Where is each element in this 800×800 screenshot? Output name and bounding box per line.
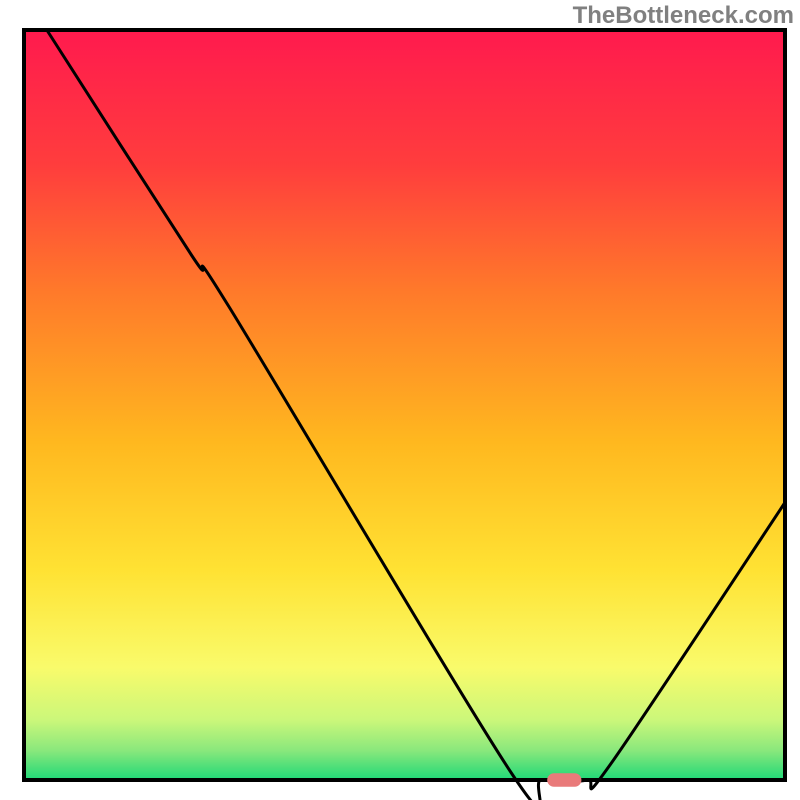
bottleneck-chart — [0, 0, 800, 800]
plot-background — [24, 30, 785, 780]
optimal-marker — [547, 773, 581, 787]
chart-container: TheBottleneck.com — [0, 0, 800, 800]
watermark-text: TheBottleneck.com — [573, 2, 794, 30]
